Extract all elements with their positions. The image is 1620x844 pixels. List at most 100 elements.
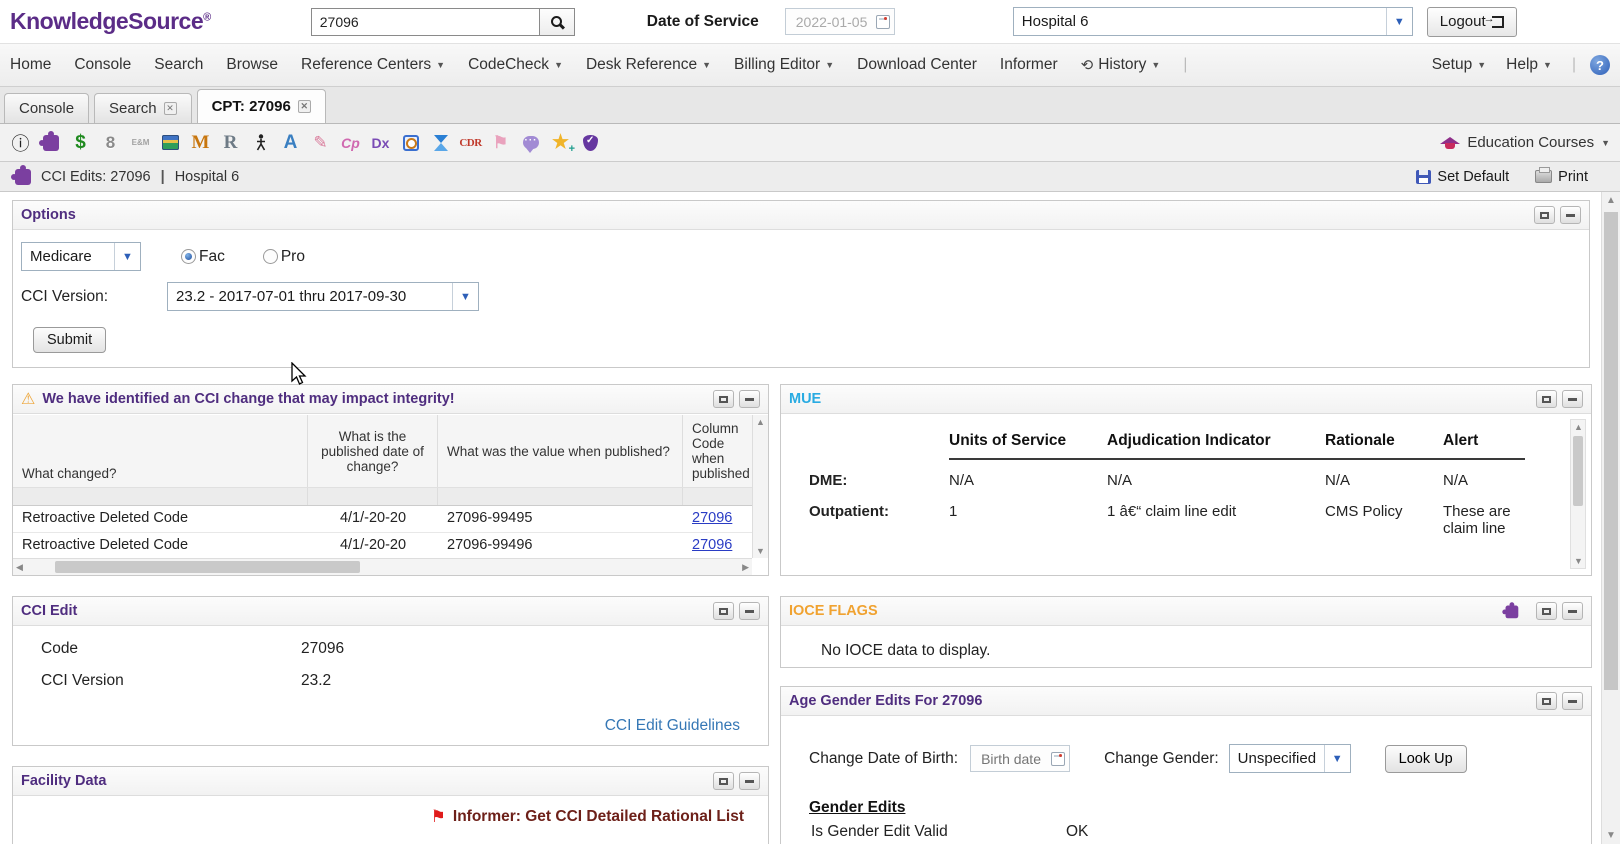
code-link[interactable]: 27096 <box>692 537 732 553</box>
gender-edits-heading: Gender Edits <box>809 799 1591 817</box>
nav-setup[interactable]: Setup▼ <box>1432 56 1486 74</box>
payer-select[interactable]: Medicare ▼ <box>21 242 141 271</box>
panel-minimize-button[interactable] <box>739 772 760 790</box>
nav-download-center[interactable]: Download Center <box>857 56 977 74</box>
scroll-up-icon[interactable]: ▲ <box>756 417 765 427</box>
nav-console[interactable]: Console <box>74 56 131 74</box>
walking-person-icon[interactable] <box>250 132 271 153</box>
panel-minimize-button[interactable] <box>1562 692 1583 710</box>
hourglass-icon[interactable] <box>430 132 451 153</box>
column-header: Adjudication Indicator <box>1107 428 1325 460</box>
search-input[interactable] <box>311 8 539 36</box>
education-courses-menu[interactable]: Education Courses ▼ <box>1440 134 1610 151</box>
scroll-down-icon[interactable]: ▼ <box>1606 830 1616 841</box>
close-icon[interactable]: ✕ <box>298 100 311 113</box>
scroll-up-icon[interactable]: ▲ <box>1574 422 1583 432</box>
calendar-icon[interactable] <box>876 15 890 29</box>
close-icon[interactable]: ✕ <box>164 102 177 115</box>
rvu-r-icon[interactable]: R <box>220 132 241 153</box>
code-link[interactable]: 27096 <box>692 510 732 526</box>
tab-console[interactable]: Console <box>4 93 89 123</box>
cdr-icon[interactable]: CDR <box>460 132 481 153</box>
nav-desk-reference[interactable]: Desk Reference▼ <box>586 56 711 74</box>
scrollbar-thumb[interactable] <box>1573 436 1583 506</box>
scrollbar-thumb[interactable] <box>1604 212 1618 690</box>
pencil-s-icon[interactable]: ✎ <box>310 132 331 153</box>
panel-restore-button[interactable] <box>1536 390 1557 408</box>
caret-down-icon: ▼ <box>436 60 445 70</box>
panel-restore-button[interactable] <box>713 390 734 408</box>
cci-edit-guidelines-link[interactable]: CCI Edit Guidelines <box>605 717 740 735</box>
page-vertical-scrollbar[interactable]: ▲ ▼ <box>1601 192 1620 844</box>
favorite-star-icon[interactable]: ★ <box>550 132 571 153</box>
nav-informer[interactable]: Informer <box>1000 56 1058 74</box>
scroll-up-icon[interactable]: ▲ <box>1606 195 1616 206</box>
nav-right-group: Setup▼ Help▼ | ? <box>1432 55 1610 75</box>
panel-minimize-button[interactable] <box>1560 206 1581 224</box>
dx-crosswalk-icon[interactable]: Dx <box>370 132 391 153</box>
red-flag-icon: ⚑ <box>431 807 446 827</box>
logout-button[interactable]: Logout <box>1427 7 1517 37</box>
date-of-service-input[interactable] <box>794 13 876 31</box>
panel-minimize-button[interactable] <box>1562 602 1583 620</box>
anesthesia-a-icon[interactable]: A <box>280 132 301 153</box>
submit-button[interactable]: Submit <box>33 327 106 353</box>
radio-fac[interactable]: Fac <box>181 248 225 266</box>
nav-search[interactable]: Search <box>154 56 203 74</box>
info-icon[interactable]: ⓘ <box>10 132 31 153</box>
tab-cpt-27096[interactable]: CPT: 27096✕ <box>197 89 326 123</box>
nav-home[interactable]: Home <box>10 56 51 74</box>
search-button[interactable] <box>539 8 575 36</box>
scroll-down-icon[interactable]: ▼ <box>756 546 765 556</box>
puzzle-icon[interactable] <box>1503 603 1520 620</box>
scrollbar-thumb[interactable] <box>55 561 360 573</box>
radio-pro[interactable]: Pro <box>263 248 305 266</box>
print-button[interactable]: Print <box>1535 169 1588 185</box>
code-search-icon[interactable] <box>400 132 421 153</box>
panel-restore-button[interactable] <box>713 772 734 790</box>
fees-dollar-icon[interactable]: $ <box>70 132 91 153</box>
help-question-icon[interactable]: ? <box>1590 55 1610 75</box>
facility-select[interactable]: Hospital 6 ▼ <box>1013 7 1413 36</box>
tab-search[interactable]: Search✕ <box>94 93 192 123</box>
save-disk-icon <box>1416 170 1431 184</box>
code-label: Code <box>41 640 301 658</box>
panel-restore-button[interactable] <box>713 602 734 620</box>
informer-rational-list-link[interactable]: Informer: Get CCI Detailed Rational List <box>453 808 744 826</box>
nav-codecheck[interactable]: CodeCheck▼ <box>468 56 563 74</box>
compliance-shield-icon[interactable] <box>580 132 601 153</box>
chain-link-icon[interactable]: 8 <box>100 132 121 153</box>
look-up-button[interactable]: Look Up <box>1385 745 1467 773</box>
panel-minimize-button[interactable] <box>739 390 760 408</box>
nav-billing-editor[interactable]: Billing Editor▼ <box>734 56 834 74</box>
nav-history[interactable]: ⟲History▼ <box>1081 56 1161 74</box>
calendar-icon[interactable] <box>1051 752 1065 766</box>
table-vertical-scrollbar[interactable]: ▲ ▼ <box>752 415 768 558</box>
nav-reference-centers[interactable]: Reference Centers▼ <box>301 56 445 74</box>
panel-minimize-button[interactable] <box>1562 390 1583 408</box>
gender-select[interactable]: Unspecified ▼ <box>1229 744 1351 773</box>
feedback-bubble-icon[interactable] <box>520 132 541 153</box>
panel-restore-button[interactable] <box>1536 692 1557 710</box>
mue-vertical-scrollbar[interactable]: ▲ ▼ <box>1570 419 1586 569</box>
age-gender-title: Age Gender Edits For 27096 <box>789 693 982 709</box>
nav-help[interactable]: Help▼ <box>1506 56 1552 74</box>
panel-minimize-button[interactable] <box>739 602 760 620</box>
nav-browse[interactable]: Browse <box>226 56 278 74</box>
scroll-left-icon[interactable]: ◀ <box>16 562 23 573</box>
cci-puzzle-icon[interactable] <box>40 132 61 153</box>
code-toolbar: ⓘ $ 8 E&M M R A ✎ Cp Dx CDR ⚑ ★ Educatio… <box>0 124 1620 162</box>
scroll-right-icon[interactable]: ▶ <box>742 562 749 573</box>
reference-books-icon[interactable] <box>160 132 181 153</box>
set-default-button[interactable]: Set Default <box>1416 169 1509 185</box>
table-horizontal-scrollbar[interactable]: ◀ ▶ <box>13 558 752 575</box>
cci-version-select[interactable]: 23.2 - 2017-07-01 thru 2017-09-30 ▼ <box>167 282 479 311</box>
em-codes-icon[interactable]: E&M <box>130 132 151 153</box>
medicare-m-icon[interactable]: M <box>190 132 211 153</box>
panel-restore-button[interactable] <box>1534 206 1555 224</box>
panel-restore-button[interactable] <box>1536 602 1557 620</box>
flag-icon[interactable]: ⚑ <box>490 132 511 153</box>
scroll-down-icon[interactable]: ▼ <box>1574 556 1583 566</box>
cp-crosswalk-icon[interactable]: Cp <box>340 132 361 153</box>
birth-date-input[interactable] <box>979 750 1051 768</box>
